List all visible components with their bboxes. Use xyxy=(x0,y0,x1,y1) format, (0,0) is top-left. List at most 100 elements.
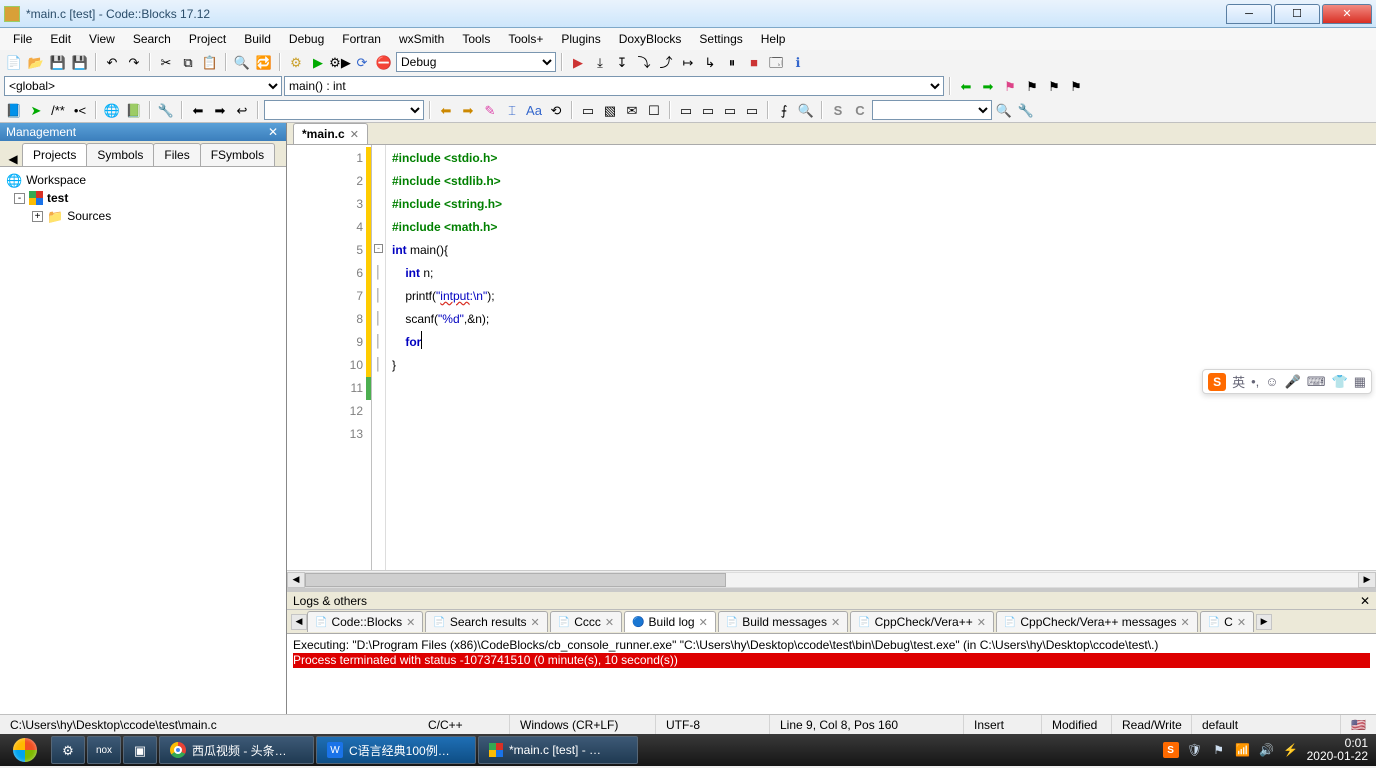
tree-workspace[interactable]: 🌐 Workspace xyxy=(6,171,280,189)
menu-debug[interactable]: Debug xyxy=(280,30,333,48)
scope-select[interactable]: <global> xyxy=(4,76,282,96)
abbrev-button[interactable]: ☐ xyxy=(644,100,664,120)
ime-keyboard-icon[interactable]: ⌨ xyxy=(1307,374,1326,390)
logs-scroll-right[interactable]: ▶ xyxy=(1256,614,1272,630)
last-jump-button[interactable]: ↩ xyxy=(232,100,252,120)
editor-hscrollbar[interactable]: ◀ ▶ xyxy=(287,570,1376,588)
ime-voice-icon[interactable]: 🎤 xyxy=(1285,374,1301,390)
expander-icon[interactable]: - xyxy=(14,193,25,204)
action-center-icon[interactable]: ⚑ xyxy=(1211,742,1227,758)
search-combo[interactable] xyxy=(872,100,992,120)
tab-files[interactable]: Files xyxy=(153,143,200,166)
expander-icon[interactable]: + xyxy=(32,211,43,222)
win3-button[interactable]: ▭ xyxy=(720,100,740,120)
log-tab-search-results[interactable]: 📄Search results✕ xyxy=(425,611,547,632)
patch-button[interactable]: ▧ xyxy=(600,100,620,120)
editor-tab-main[interactable]: *main.c ✕ xyxy=(293,123,368,144)
nav-back-button[interactable]: ⬅ xyxy=(956,76,976,96)
log-tab-cppcheck-vera-messages[interactable]: 📄CppCheck/Vera++ messages✕ xyxy=(996,611,1198,632)
save-all-button[interactable]: 💾 xyxy=(70,52,90,72)
ime-lang-label[interactable]: 英 xyxy=(1232,372,1245,391)
log-tab-close[interactable]: ✕ xyxy=(831,616,840,629)
next-instr-button[interactable]: ↦ xyxy=(678,52,698,72)
menu-search[interactable]: Search xyxy=(124,30,180,48)
paste-button[interactable]: 📋 xyxy=(200,52,220,72)
bookmark-prev-button[interactable]: ⚑ xyxy=(1022,76,1042,96)
search-opts-button[interactable]: 🔧 xyxy=(1016,100,1036,120)
network-icon[interactable]: 📶 xyxy=(1235,742,1251,758)
debug-windows-button[interactable]: 🗔 xyxy=(766,52,786,72)
log-body[interactable]: Executing: "D:\Program Files (x86)\CodeB… xyxy=(287,634,1376,714)
maximize-button[interactable]: ☐ xyxy=(1274,4,1320,24)
security-icon[interactable]: 🛡 xyxy=(1187,742,1203,758)
win4-button[interactable]: ▭ xyxy=(742,100,762,120)
code-text[interactable]: #include <stdio.h>#include <stdlib.h>#in… xyxy=(386,145,1376,570)
bookmark-next-button[interactable]: ⚑ xyxy=(1044,76,1064,96)
task-terminal[interactable]: ▣ xyxy=(123,736,157,764)
win1-button[interactable]: ▭ xyxy=(676,100,696,120)
step-into-button[interactable]: ⤵ xyxy=(634,52,654,72)
prev-func-button[interactable]: ⬅ xyxy=(436,100,456,120)
jump-history-select[interactable] xyxy=(264,100,424,120)
logs-scroll-left[interactable]: ◀ xyxy=(291,614,307,630)
next-func-button[interactable]: ➡ xyxy=(458,100,478,120)
doxy-chm-button[interactable]: 📗 xyxy=(124,100,144,120)
volume-icon[interactable]: 🔊 xyxy=(1259,742,1275,758)
letter-c-button[interactable]: C xyxy=(850,100,870,120)
mail-button[interactable]: ✉ xyxy=(622,100,642,120)
find-button[interactable]: 🔍 xyxy=(232,52,252,72)
log-tab-close[interactable]: ✕ xyxy=(1237,616,1246,629)
tab-projects[interactable]: Projects xyxy=(22,143,87,166)
log-tab-build-messages[interactable]: 📄Build messages✕ xyxy=(718,611,848,632)
log-tab-c[interactable]: 📄C✕ xyxy=(1200,611,1254,632)
sogou-icon[interactable]: S xyxy=(1208,373,1226,391)
cut-button[interactable]: ✂ xyxy=(156,52,176,72)
run-to-cursor-button[interactable]: ⤓ xyxy=(590,52,610,72)
menu-tools[interactable]: Tools xyxy=(453,30,499,48)
scroll-left-button[interactable]: ◀ xyxy=(287,572,305,588)
log-tab-close[interactable]: ✕ xyxy=(605,616,614,629)
log-tab-cccc[interactable]: 📄Cccc✕ xyxy=(550,611,622,632)
menu-wxsmith[interactable]: wxSmith xyxy=(390,30,453,48)
diff-button[interactable]: ▭ xyxy=(578,100,598,120)
build-button[interactable]: ⚙ xyxy=(286,52,306,72)
doxy-wizard-button[interactable]: 📘 xyxy=(4,100,24,120)
editor-tab-close[interactable]: ✕ xyxy=(350,128,359,141)
stop-debug-button[interactable]: ■ xyxy=(744,52,764,72)
ime-punct-icon[interactable]: •, xyxy=(1251,374,1259,389)
logs-close-button[interactable]: ✕ xyxy=(1360,594,1370,608)
bookmark-clear-button[interactable]: ⚑ xyxy=(1066,76,1086,96)
minimize-button[interactable]: ─ xyxy=(1226,4,1272,24)
open-button[interactable]: 📂 xyxy=(26,52,46,72)
project-tree[interactable]: 🌐 Workspace - test + 📁 Sources xyxy=(0,167,286,714)
fortran-button[interactable]: ⨍ xyxy=(774,100,794,120)
scroll-thumb[interactable] xyxy=(305,573,726,587)
tab-symbols[interactable]: Symbols xyxy=(86,143,154,166)
ime-toolbar[interactable]: S 英 •, ☺ 🎤 ⌨ 👕 ▦ xyxy=(1202,369,1372,394)
start-button[interactable] xyxy=(0,734,50,766)
ime-emoji-icon[interactable]: ☺ xyxy=(1265,374,1278,389)
menu-help[interactable]: Help xyxy=(752,30,795,48)
tray-clock[interactable]: 0:01 2020-01-22 xyxy=(1307,737,1368,763)
ime-skin-icon[interactable]: 👕 xyxy=(1332,374,1348,390)
code-editor[interactable]: 12345678910111213 -│││││ #include <stdio… xyxy=(287,145,1376,570)
doxy-extract-button[interactable]: ➤ xyxy=(26,100,46,120)
tree-sources[interactable]: + 📁 Sources xyxy=(6,207,280,225)
close-button[interactable]: ✕ xyxy=(1322,4,1372,24)
regex-button[interactable]: ⟲ xyxy=(546,100,566,120)
management-close-button[interactable]: ✕ xyxy=(266,125,280,139)
doxy-line-button[interactable]: •< xyxy=(70,100,90,120)
menu-project[interactable]: Project xyxy=(180,30,235,48)
function-select[interactable]: main() : int xyxy=(284,76,944,96)
task-chrome[interactable]: 西瓜视频 - 头条… xyxy=(159,736,314,764)
new-file-button[interactable]: 📄 xyxy=(4,52,24,72)
letter-s-button[interactable]: S xyxy=(828,100,848,120)
fold-column[interactable]: -│││││ xyxy=(372,145,386,570)
doxy-block-button[interactable]: /** xyxy=(48,100,68,120)
highlight-button[interactable]: ✎ xyxy=(480,100,500,120)
doxy-html-button[interactable]: 🌐 xyxy=(102,100,122,120)
replace-button[interactable]: 🔁 xyxy=(254,52,274,72)
nav-fwd-button[interactable]: ➡ xyxy=(978,76,998,96)
next-line-button[interactable]: ↧ xyxy=(612,52,632,72)
abort-button[interactable]: ⛔ xyxy=(374,52,394,72)
